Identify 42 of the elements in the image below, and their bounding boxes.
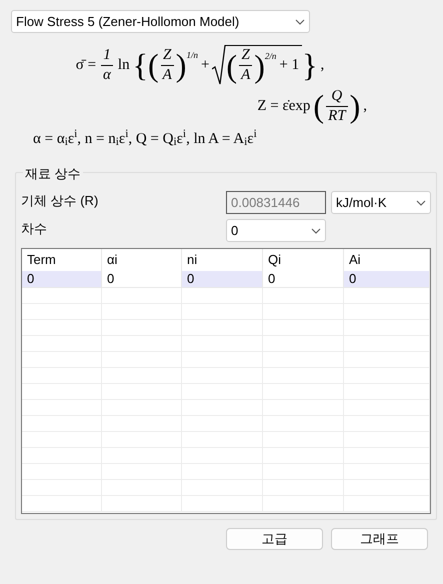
numerator: Q bbox=[330, 87, 344, 106]
table-cell: 0 bbox=[182, 271, 263, 287]
equation-text: ln bbox=[116, 56, 131, 75]
equation-text: , bbox=[320, 56, 326, 75]
bracket: ) bbox=[350, 90, 360, 122]
denominator: α bbox=[101, 64, 113, 84]
button[interactable]: 그래프 bbox=[331, 528, 428, 550]
chevron-down-icon bbox=[295, 18, 305, 24]
chevron-down-icon bbox=[311, 228, 321, 234]
denominator: A bbox=[160, 64, 174, 84]
denominator: RT bbox=[326, 106, 348, 126]
exponent: 2/n bbox=[264, 50, 276, 63]
table-cell: 0 bbox=[344, 271, 430, 287]
bracket: } bbox=[302, 49, 318, 81]
numerator: 1 bbox=[102, 46, 112, 64]
numerator: Z bbox=[162, 46, 172, 64]
equation-text: α = α$_{i}$ε$^{i}$, n = n$_{i}$ε$^{i}$, Q = Q$_{i}$ε$^{i}$, ln A = A$_{i}$ε$^{i}$ bbox=[32, 128, 258, 150]
bracket: { bbox=[132, 49, 148, 81]
dropdown-value: Flow Stress 5 (Zener-Hollomon Model) bbox=[16, 12, 240, 31]
bracket: ( bbox=[226, 50, 238, 82]
equation-text: + bbox=[200, 56, 210, 75]
bracket: ( bbox=[313, 90, 324, 122]
dropdown[interactable]: kJ/mol·K bbox=[331, 191, 431, 214]
chevron-down-icon bbox=[416, 200, 426, 206]
bracket: ) bbox=[176, 49, 186, 81]
equation-text: , bbox=[362, 97, 368, 116]
bracket: ( bbox=[148, 49, 159, 81]
equation-text: σ̄ = bbox=[74, 56, 98, 75]
table-cell: 0 bbox=[22, 271, 102, 287]
dropdown-value: 0 bbox=[231, 222, 238, 240]
equation-text: Z = ε̇exp bbox=[256, 97, 312, 116]
dropdown-value: kJ/mol·K bbox=[336, 194, 387, 212]
button[interactable]: 고급 bbox=[226, 528, 323, 550]
exponent: 1/n bbox=[186, 49, 198, 62]
numerator: Z bbox=[240, 46, 251, 65]
dropdown[interactable]: Flow Stress 5 (Zener-Hollomon Model) bbox=[11, 10, 310, 33]
field-label: 차수 bbox=[21, 220, 48, 238]
field-label: 기체 상수 (R) bbox=[21, 192, 100, 210]
denominator: A bbox=[239, 65, 252, 85]
dropdown[interactable]: 0 bbox=[226, 219, 326, 242]
equation-text: + 1 bbox=[278, 56, 300, 76]
bracket: ) bbox=[254, 50, 265, 82]
